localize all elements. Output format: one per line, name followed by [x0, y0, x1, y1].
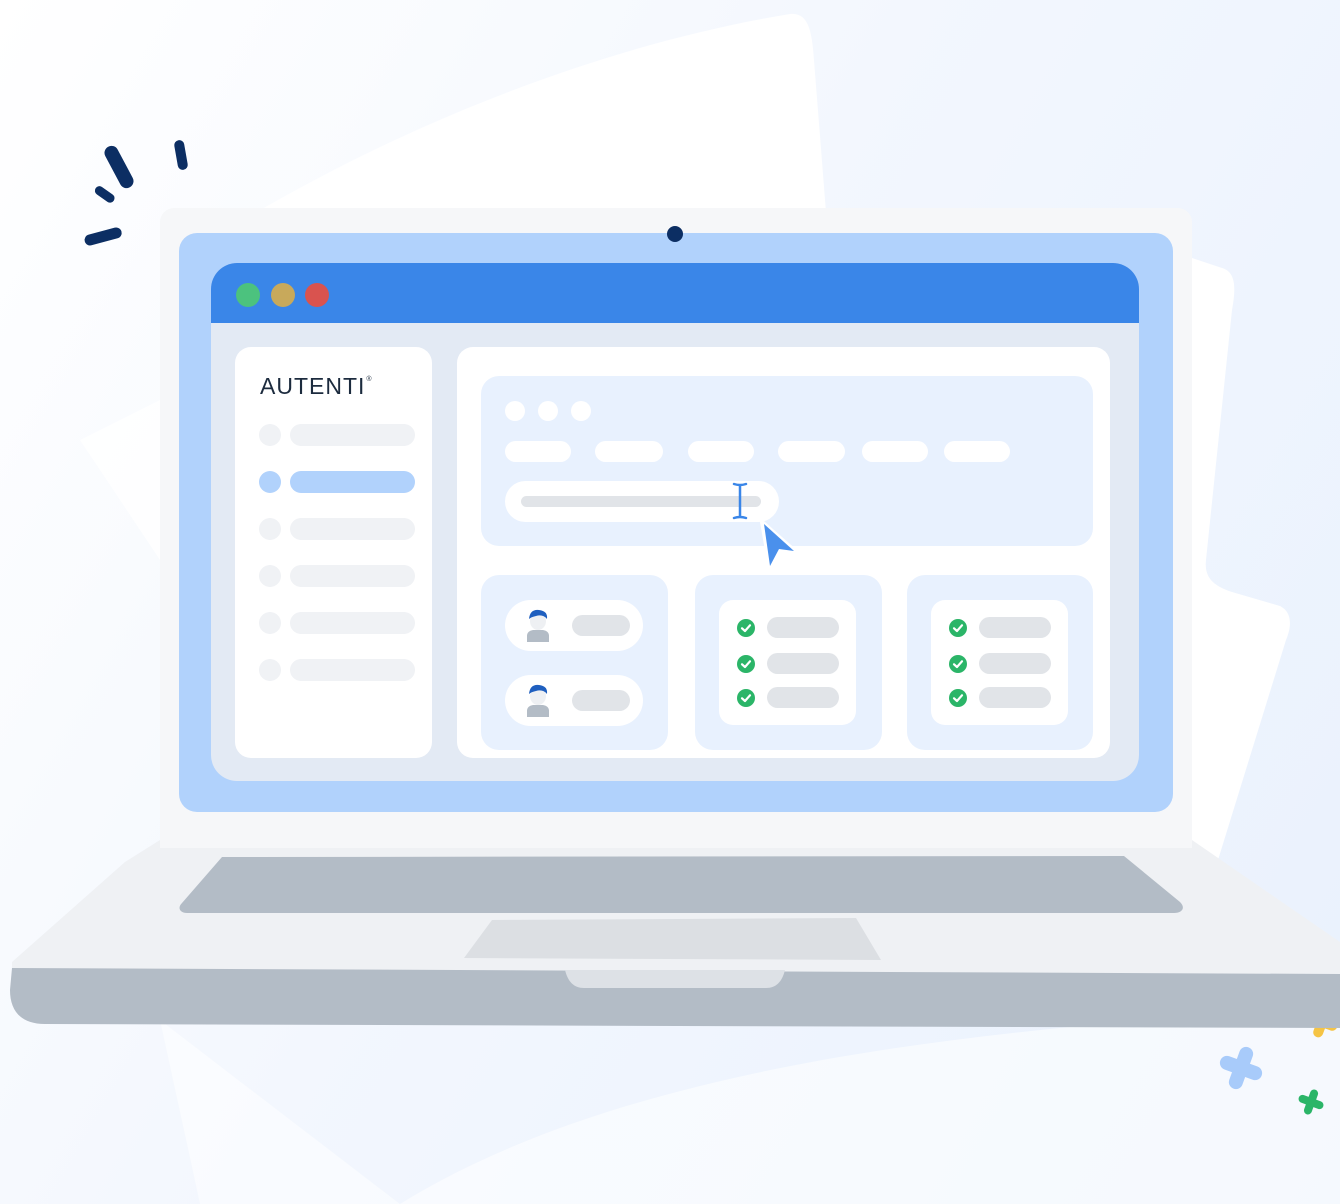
- nav-label-placeholder: [290, 612, 415, 634]
- check-label-placeholder: [979, 617, 1051, 638]
- check-item: [737, 653, 847, 675]
- sidebar-item-5[interactable]: [259, 612, 415, 634]
- check-item: [737, 617, 847, 639]
- signer-row[interactable]: [505, 600, 643, 651]
- logo-wordmark: AUTENTI: [260, 372, 366, 399]
- nav-label-placeholder: [290, 659, 415, 681]
- check-circle-icon: [737, 655, 755, 673]
- check-item: [737, 687, 847, 709]
- signer-row[interactable]: [505, 675, 643, 726]
- sidebar-item-3[interactable]: [259, 518, 415, 540]
- nav-icon: [259, 612, 281, 634]
- check-item: [949, 653, 1059, 675]
- window-close-button[interactable]: [305, 283, 329, 307]
- autenti-logo: AUTENTI ®: [260, 372, 372, 400]
- sidebar-item-4[interactable]: [259, 565, 415, 587]
- nav-icon: [259, 518, 281, 540]
- trackpad: [464, 918, 881, 960]
- text-cursor-icon: [732, 482, 748, 520]
- signers-card: [481, 575, 668, 750]
- nav-icon: [259, 424, 281, 446]
- user-avatar-icon: [527, 609, 549, 642]
- check-item: [949, 617, 1059, 639]
- nav-label-placeholder: [290, 518, 415, 540]
- tab-6[interactable]: [944, 441, 1010, 462]
- keyboard-area: [179, 856, 1183, 913]
- signer-name-placeholder: [572, 690, 630, 711]
- sidebar-item-6[interactable]: [259, 659, 415, 681]
- checklist-a: [719, 600, 856, 725]
- sidebar-item-1[interactable]: [259, 424, 415, 446]
- check-circle-icon: [949, 689, 967, 707]
- check-circle-icon: [949, 655, 967, 673]
- check-label-placeholder: [767, 617, 839, 638]
- check-circle-icon: [949, 619, 967, 637]
- mouse-pointer-icon: [760, 520, 798, 570]
- sidebar: AUTENTI ®: [235, 347, 432, 758]
- nav-icon: [259, 565, 281, 587]
- check-item: [949, 687, 1059, 709]
- nav-label-placeholder: [290, 471, 415, 493]
- check-circle-icon: [737, 689, 755, 707]
- check-label-placeholder: [979, 653, 1051, 674]
- checklist-b: [931, 600, 1068, 725]
- registered-mark: ®: [366, 376, 372, 383]
- signer-name-placeholder: [572, 615, 630, 636]
- input-text-placeholder: [521, 496, 761, 507]
- check-label-placeholder: [979, 687, 1051, 708]
- tab-4[interactable]: [778, 441, 845, 462]
- nav-label-placeholder: [290, 565, 415, 587]
- nav-icon: [259, 471, 281, 493]
- sidebar-item-2-active[interactable]: [259, 471, 415, 493]
- nav-icon: [259, 659, 281, 681]
- window-minimize-button[interactable]: [271, 283, 295, 307]
- tab-3[interactable]: [688, 441, 754, 462]
- tab-1[interactable]: [505, 441, 571, 462]
- checklist-card-a: [695, 575, 882, 750]
- check-circle-icon: [737, 619, 755, 637]
- user-avatar-icon: [527, 684, 549, 717]
- panel-dot: [571, 401, 591, 421]
- webcam-dot: [667, 226, 683, 242]
- tab-2[interactable]: [595, 441, 663, 462]
- nav-label-placeholder: [290, 424, 415, 446]
- panel-dot: [538, 401, 558, 421]
- tab-5[interactable]: [862, 441, 928, 462]
- check-label-placeholder: [767, 687, 839, 708]
- checklist-card-b: [907, 575, 1093, 750]
- panel-dot: [505, 401, 525, 421]
- window-titlebar: [211, 263, 1139, 323]
- check-label-placeholder: [767, 653, 839, 674]
- window-maximize-button[interactable]: [236, 283, 260, 307]
